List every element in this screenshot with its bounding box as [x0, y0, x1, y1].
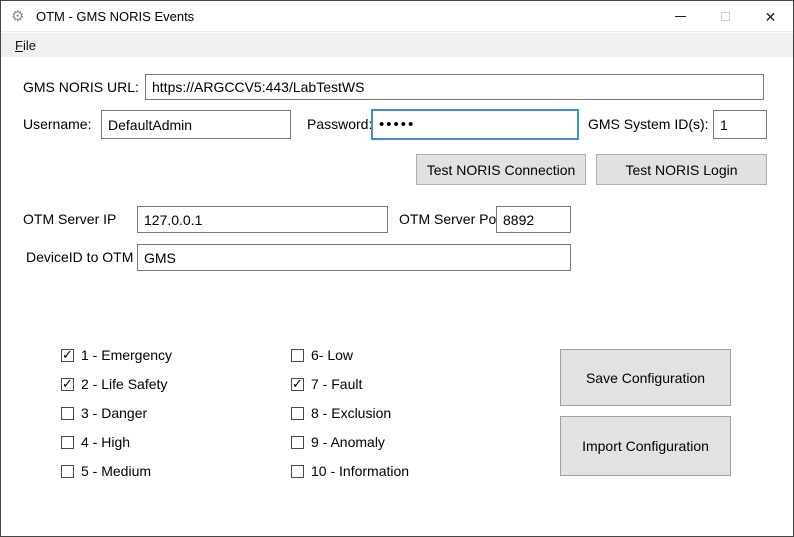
checkbox-label: 5 - Medium	[81, 463, 151, 479]
import-configuration-button[interactable]: Import Configuration	[560, 416, 731, 476]
checkbox-life-safety[interactable]: ✓ 2 - Life Safety	[61, 377, 172, 391]
severity-column-right: 6- Low ✓ 7 - Fault 8 - Exclusion 9 - Ano…	[291, 348, 409, 478]
username-input[interactable]	[101, 110, 291, 139]
checkbox-label: 2 - Life Safety	[81, 376, 167, 392]
title-bar: ⚙ OTM - GMS NORIS Events ✕	[1, 1, 793, 32]
checkbox-emergency[interactable]: ✓ 1 - Emergency	[61, 348, 172, 362]
window-controls: ✕	[658, 1, 793, 32]
checkbox-box	[291, 349, 304, 362]
url-label: GMS NORIS URL:	[23, 79, 139, 95]
checkbox-box	[291, 436, 304, 449]
app-window: ⚙ OTM - GMS NORIS Events ✕ File GMS NORI…	[0, 0, 794, 537]
checkbox-label: 7 - Fault	[311, 376, 362, 392]
checkbox-label: 8 - Exclusion	[311, 405, 391, 421]
checkbox-box: ✓	[61, 349, 74, 362]
checkbox-box	[61, 436, 74, 449]
maximize-button	[703, 1, 748, 32]
checkbox-label: 10 - Information	[311, 463, 409, 479]
minimize-button[interactable]	[658, 1, 703, 32]
checkbox-exclusion[interactable]: 8 - Exclusion	[291, 406, 409, 420]
checkbox-label: 4 - High	[81, 434, 130, 450]
url-input[interactable]	[145, 74, 764, 100]
device-id-input[interactable]	[137, 244, 571, 271]
checkbox-box	[61, 407, 74, 420]
password-input[interactable]	[371, 109, 579, 140]
server-ip-label: OTM Server IP	[23, 211, 116, 227]
checkbox-low[interactable]: 6- Low	[291, 348, 409, 362]
close-icon: ✕	[765, 10, 777, 24]
check-icon: ✓	[62, 348, 73, 361]
password-label: Password:	[307, 116, 372, 132]
system-ids-input[interactable]	[713, 110, 767, 139]
checkbox-label: 9 - Anomaly	[311, 434, 385, 450]
check-icon: ✓	[62, 377, 73, 390]
maximize-icon	[721, 12, 730, 21]
checkbox-fault[interactable]: ✓ 7 - Fault	[291, 377, 409, 391]
save-configuration-button[interactable]: Save Configuration	[560, 349, 731, 406]
server-ip-input[interactable]	[137, 206, 388, 233]
checkbox-danger[interactable]: 3 - Danger	[61, 406, 172, 420]
severity-column-left: ✓ 1 - Emergency ✓ 2 - Life Safety 3 - Da…	[61, 348, 172, 478]
close-button[interactable]: ✕	[748, 1, 793, 32]
checkbox-box	[291, 407, 304, 420]
device-id-label: DeviceID to OTM	[26, 249, 133, 265]
checkbox-high[interactable]: 4 - High	[61, 435, 172, 449]
form-content: GMS NORIS URL: Username: Password: GMS S…	[1, 57, 793, 536]
checkbox-label: 1 - Emergency	[81, 347, 172, 363]
checkbox-box	[291, 465, 304, 478]
username-label: Username:	[23, 116, 91, 132]
checkbox-box: ✓	[291, 378, 304, 391]
checkbox-label: 6- Low	[311, 347, 353, 363]
checkbox-medium[interactable]: 5 - Medium	[61, 464, 172, 478]
checkbox-anomaly[interactable]: 9 - Anomaly	[291, 435, 409, 449]
menu-file[interactable]: File	[10, 36, 41, 55]
checkbox-box: ✓	[61, 378, 74, 391]
checkbox-label: 3 - Danger	[81, 405, 147, 421]
checkbox-information[interactable]: 10 - Information	[291, 464, 409, 478]
menu-bar: File	[1, 33, 793, 57]
test-noris-connection-button[interactable]: Test NORIS Connection	[416, 154, 586, 185]
system-ids-label: GMS System ID(s):	[588, 116, 709, 132]
minimize-icon	[675, 16, 686, 17]
server-port-input[interactable]	[496, 206, 571, 233]
app-icon: ⚙	[11, 9, 29, 24]
checkbox-box	[61, 465, 74, 478]
check-icon: ✓	[292, 377, 303, 390]
window-title: OTM - GMS NORIS Events	[36, 9, 194, 24]
test-noris-login-button[interactable]: Test NORIS Login	[596, 154, 767, 185]
server-port-label: OTM Server Por	[399, 211, 501, 227]
